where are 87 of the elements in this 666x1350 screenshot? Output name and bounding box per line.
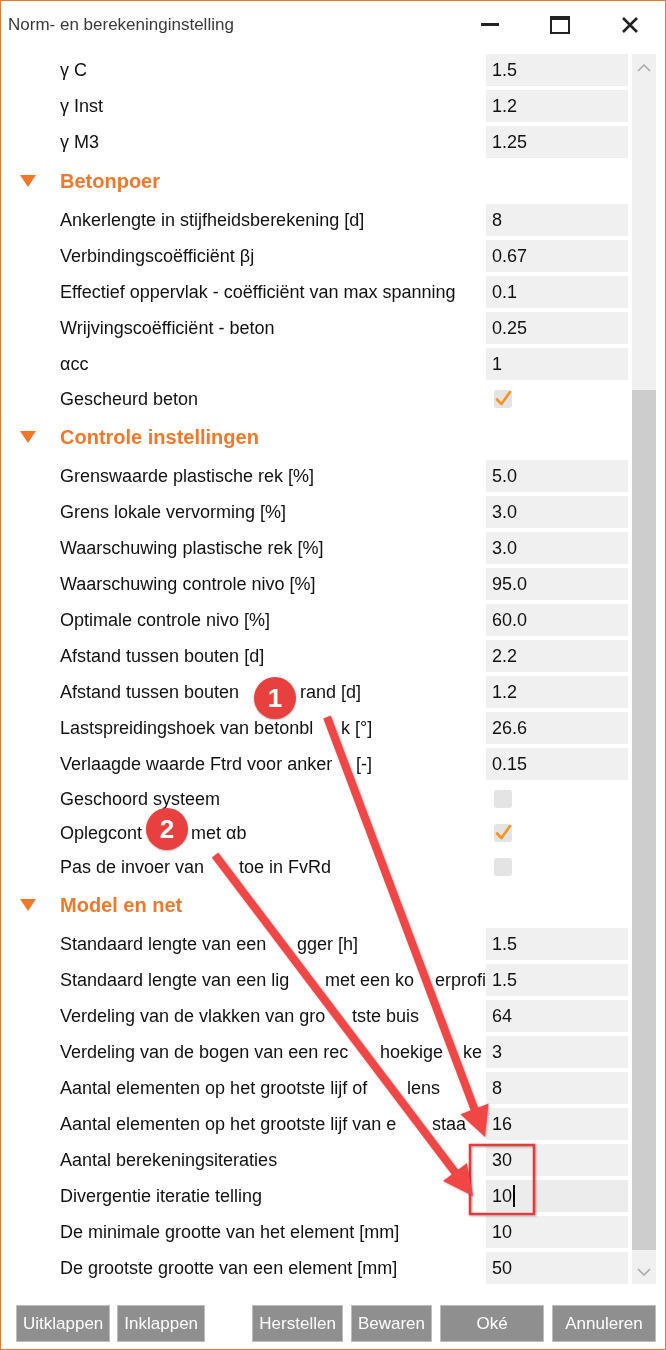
setting-label: Standaard lengte van een (60, 933, 267, 955)
setting-label: Aantal elementen op het grootste lijf of (60, 1077, 368, 1099)
setting-label: Optimale controle nivo [%] (60, 609, 271, 631)
input-field[interactable]: 30 (486, 1144, 628, 1176)
chevron-down-icon[interactable] (637, 1268, 651, 1276)
setting-label: Wrijvingscoëfficiënt - beton (60, 317, 275, 339)
input-field[interactable]: 3 (486, 1036, 628, 1068)
chevron-up-icon[interactable] (637, 64, 651, 72)
input-field[interactable]: 60.0 (486, 604, 628, 636)
setting-label: Gescheurd beton (60, 388, 199, 410)
checkmark-icon (494, 824, 512, 842)
setting-label: Pas de invoer van (60, 856, 205, 878)
input-field[interactable]: 10 (486, 1180, 628, 1212)
setting-label: De minimale grootte van het element [mm] (60, 1221, 400, 1243)
setting-label: [-] (356, 753, 372, 775)
checkmark-icon (494, 390, 512, 408)
scrollbar-thumb[interactable] (632, 390, 656, 1250)
setting-label: Oplegcont (60, 822, 143, 844)
setting-label: Geschoord systeem (60, 788, 221, 810)
input-field[interactable]: 0.1 (486, 276, 628, 308)
setting-label: Waarschuwing controle nivo [%] (60, 573, 316, 595)
setting-label: Aantal elementen op het grootste lijf van e (60, 1113, 397, 1135)
setting-label: Effectief oppervlak - coëfficiënt van max spanning (60, 281, 456, 303)
setting-label: rand [d] (300, 681, 362, 703)
input-field[interactable]: 64 (486, 1000, 628, 1032)
checkbox[interactable] (494, 858, 512, 876)
setting-label: k [°] (341, 717, 373, 739)
setting-label: met αb (191, 822, 247, 844)
setting-label: erprofi (435, 969, 487, 991)
input-field[interactable]: 10 (486, 1216, 628, 1248)
setting-label: hoekige (380, 1041, 444, 1063)
input-field[interactable]: 1.5 (486, 928, 628, 960)
close-icon (622, 16, 638, 33)
maximize-icon (550, 15, 570, 34)
input-field[interactable]: 3.0 (486, 532, 628, 564)
setting-label: Afstand tussen bouten [d] (60, 645, 265, 667)
input-field[interactable]: 0.25 (486, 312, 628, 344)
setting-label: αcc (60, 353, 89, 375)
setting-label: Verbindingscoëfficiënt βj (60, 245, 255, 267)
setting-label: toe in FvRd (239, 856, 332, 878)
window-title: Norm- en berekeninginstelling (8, 14, 234, 35)
text-cursor-icon (513, 1185, 516, 1207)
input-field[interactable]: 8 (486, 204, 628, 236)
input-field[interactable]: 3.0 (486, 496, 628, 528)
setting-label: Waarschuwing plastische rek [%] (60, 537, 324, 559)
setting-label: De grootste grootte van een element [mm] (60, 1257, 398, 1279)
setting-label: γ Inst (60, 95, 103, 117)
setting-label: Standaard lengte van een lig (60, 969, 290, 991)
input-field[interactable]: 1.5 (486, 964, 629, 996)
setting-label: γ M3 (60, 131, 99, 153)
input-field[interactable]: 5.0 (486, 460, 628, 492)
checkbox[interactable] (494, 390, 512, 408)
setting-label: gger [h] (297, 933, 359, 955)
step-number-marker: 1 (254, 677, 296, 719)
checkbox[interactable] (494, 824, 512, 842)
setting-label: Lastspreidingshoek van betonbl (60, 717, 314, 739)
setting-label: staa (432, 1113, 467, 1135)
input-field[interactable]: 26.6 (486, 712, 628, 744)
setting-label: Afstand tussen bouten (60, 681, 240, 703)
setting-label: Verdeling van de bogen van een rec (60, 1041, 349, 1063)
setting-label: Grenswaarde plastische rek [%] (60, 465, 315, 487)
input-field[interactable]: 1.2 (486, 676, 628, 708)
checkbox[interactable] (494, 790, 512, 808)
setting-label: Ankerlengte in stijfheidsberekening [d] (60, 209, 365, 231)
input-field[interactable]: 2.2 (486, 640, 628, 672)
input-field[interactable]: 1.25 (486, 126, 628, 158)
setting-label: Aantal berekeningsiteraties (60, 1149, 278, 1171)
setting-label: lens (407, 1077, 441, 1099)
setting-label: γ C (60, 59, 87, 81)
setting-label: Grens lokale vervorming [%] (60, 501, 287, 523)
setting-label: met een ko (325, 969, 415, 991)
input-field[interactable]: 1 (486, 348, 628, 380)
step-number-marker: 2 (146, 808, 188, 850)
input-field[interactable]: 50 (486, 1252, 628, 1284)
minimize-icon (481, 23, 499, 26)
input-field[interactable]: 1.5 (486, 54, 628, 86)
input-field[interactable]: 0.67 (486, 240, 628, 272)
input-field[interactable]: 1.2 (486, 90, 628, 122)
input-field[interactable]: 0.15 (486, 748, 628, 780)
setting-label: tste buis (352, 1005, 420, 1027)
input-field[interactable]: 95.0 (486, 568, 628, 600)
setting-label: ke (463, 1041, 482, 1063)
input-field[interactable]: 8 (486, 1072, 628, 1104)
setting-label: Verlaagde waarde Ftrd voor anker (60, 753, 333, 775)
setting-label: Divergentie iteratie telling (60, 1185, 263, 1207)
setting-label: Verdeling van de vlakken van gro (60, 1005, 326, 1027)
input-field[interactable]: 16 (486, 1108, 628, 1140)
